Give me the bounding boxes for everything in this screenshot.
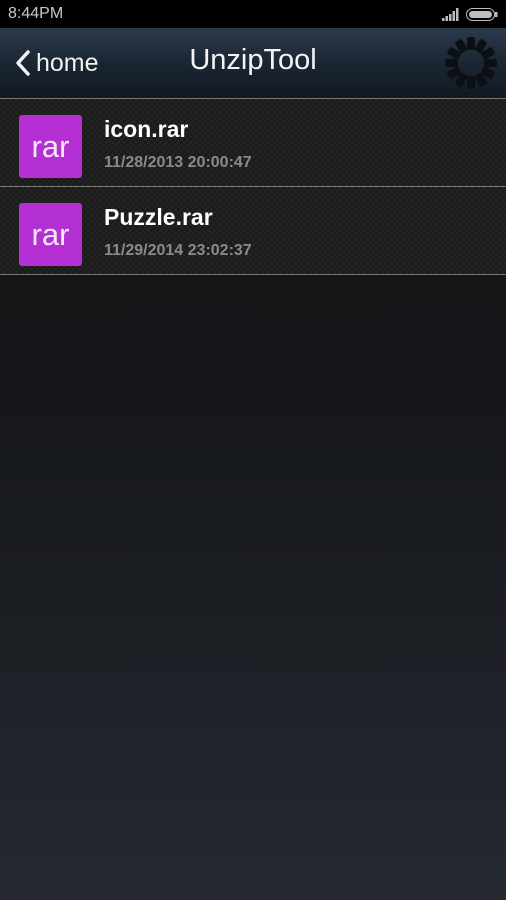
file-list: rar icon.rar 11/28/2013 20:00:47 rar Puz… bbox=[0, 98, 506, 275]
list-item[interactable]: rar icon.rar 11/28/2013 20:00:47 bbox=[0, 99, 506, 187]
battery-icon bbox=[466, 8, 498, 26]
list-item[interactable]: rar Puzzle.rar 11/29/2014 23:02:37 bbox=[0, 187, 506, 275]
title-bar: home UnzipTool bbox=[0, 28, 506, 99]
file-name: icon.rar bbox=[104, 116, 189, 142]
loading-spinner-icon bbox=[442, 34, 500, 97]
rar-file-icon: rar bbox=[19, 115, 82, 178]
file-date: 11/29/2014 23:02:37 bbox=[104, 242, 252, 259]
page-title: UnzipTool bbox=[189, 44, 317, 76]
file-date: 11/28/2013 20:00:47 bbox=[104, 154, 252, 171]
rar-file-icon: rar bbox=[19, 203, 82, 266]
file-name: Puzzle.rar bbox=[104, 204, 213, 230]
signal-icon bbox=[442, 8, 460, 26]
status-time: 8:44PM bbox=[8, 5, 64, 22]
status-bar: 8:44PM bbox=[0, 0, 506, 28]
